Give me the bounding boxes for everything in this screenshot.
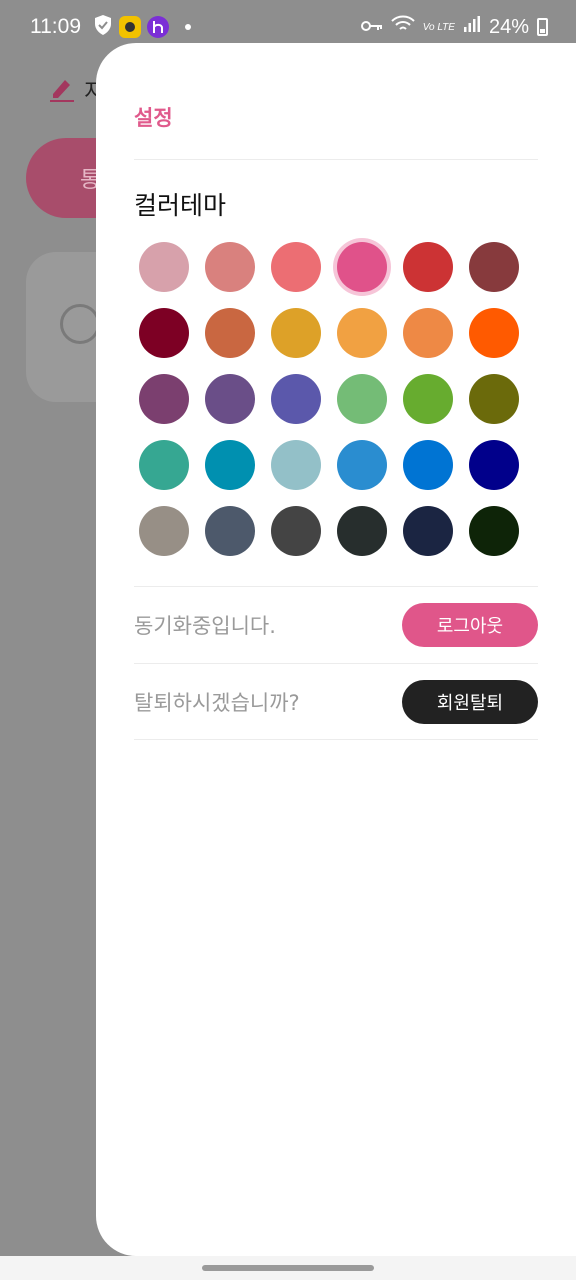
color-swatch[interactable] (403, 374, 453, 424)
wifi-icon (391, 15, 415, 39)
color-swatch[interactable] (337, 242, 387, 292)
volte-label: Vo LTE (422, 21, 455, 33)
drawer-header: 설정 (134, 43, 538, 160)
color-swatch[interactable] (139, 506, 189, 556)
withdraw-button[interactable]: 회원탈퇴 (402, 679, 538, 724)
color-swatch[interactable] (469, 506, 519, 556)
edit-icon (50, 76, 74, 102)
color-swatch[interactable] (469, 440, 519, 490)
color-theme-title: 컬러테마 (134, 191, 227, 220)
color-swatch-grid (134, 242, 538, 556)
color-swatch[interactable] (403, 242, 453, 292)
drawer-title: 설정 (134, 106, 173, 130)
color-swatch[interactable] (469, 374, 519, 424)
color-swatch[interactable] (271, 242, 321, 292)
color-swatch[interactable] (139, 308, 189, 358)
app-notification-icon (147, 16, 169, 38)
settings-drawer: 설정 컬러테마 동기화중입니다. 로그아웃 탈퇴하시겠습니까? 회원탈퇴 (96, 43, 576, 1256)
color-swatch[interactable] (337, 506, 387, 556)
battery-icon (537, 18, 548, 36)
color-swatch[interactable] (139, 440, 189, 490)
color-swatch[interactable] (205, 506, 255, 556)
color-swatch[interactable] (205, 374, 255, 424)
color-swatch[interactable] (205, 440, 255, 490)
shield-icon (93, 14, 113, 40)
status-right: Vo LTE 24% (360, 15, 548, 39)
color-swatch[interactable] (337, 440, 387, 490)
color-swatch[interactable] (271, 440, 321, 490)
color-swatch[interactable] (271, 506, 321, 556)
color-swatch[interactable] (139, 374, 189, 424)
color-swatch[interactable] (139, 242, 189, 292)
app-notification-icon (119, 16, 141, 38)
color-swatch[interactable] (205, 308, 255, 358)
color-swatch[interactable] (337, 374, 387, 424)
check-circle-icon (60, 304, 100, 344)
withdraw-row: 탈퇴하시겠습니까? 회원탈퇴 (134, 663, 538, 740)
color-swatch[interactable] (337, 308, 387, 358)
vpn-key-icon (360, 16, 383, 39)
color-swatch[interactable] (271, 308, 321, 358)
sync-status-text: 동기화중입니다. (134, 614, 276, 638)
navigation-bar (0, 1256, 576, 1280)
signal-icon (463, 15, 481, 39)
status-time: 11:09 (30, 15, 81, 38)
withdraw-question-text: 탈퇴하시겠습니까? (134, 690, 300, 715)
notification-icons (93, 14, 191, 40)
color-swatch[interactable] (403, 440, 453, 490)
color-swatch[interactable] (403, 506, 453, 556)
color-swatch[interactable] (271, 374, 321, 424)
color-swatch[interactable] (469, 308, 519, 358)
logout-button[interactable]: 로그아웃 (402, 603, 538, 647)
battery-percent: 24% (488, 15, 529, 38)
color-swatch[interactable] (403, 308, 453, 358)
sync-row: 동기화중입니다. 로그아웃 (134, 586, 538, 663)
color-swatch[interactable] (469, 242, 519, 292)
color-swatch[interactable] (205, 242, 255, 292)
home-handle[interactable] (202, 1265, 374, 1271)
more-notifications-dot (185, 24, 191, 30)
